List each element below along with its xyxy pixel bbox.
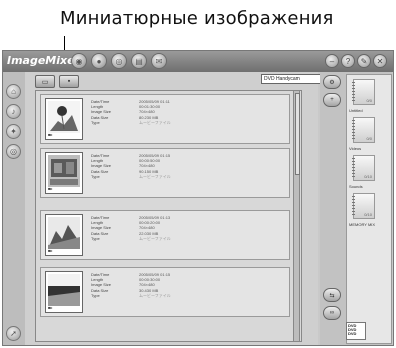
sidebar-item-music[interactable]: ♪ xyxy=(6,104,21,119)
home-icon: ⌂ xyxy=(11,87,16,96)
album-add-button[interactable]: + xyxy=(323,93,341,107)
album-label: Untitled xyxy=(349,108,363,113)
thumbnail-image[interactable]: ■▸ xyxy=(45,98,83,140)
thumbnail-image[interactable]: ■▸ xyxy=(45,152,83,194)
album-link-button[interactable]: ∞ xyxy=(323,306,341,320)
sidebar-item-tools[interactable]: ✦ xyxy=(6,124,21,139)
view-icon: ▭ xyxy=(41,78,49,86)
meta-type: ムービーファイル xyxy=(139,235,171,241)
album-panel: ⚙ + ⇆ ∞ 0/0 Untitled 0/0 Videos 0/10 Sou… xyxy=(320,72,392,345)
item-meta: Date/Time 2005/05/09 01:11 Length 00:01:30… xyxy=(91,99,171,125)
album-settings-button[interactable]: ⚙ xyxy=(323,75,341,89)
close-button[interactable]: ✕ xyxy=(373,54,387,68)
movie-tag-icon: ■▸ xyxy=(48,248,53,253)
main-area: ▭ ▪ DVD Handycam ▼ ■▸ Date/Time2005/05/0… xyxy=(25,72,337,345)
meta-label: Type xyxy=(91,292,100,298)
mail-icon: ✉ xyxy=(155,56,163,66)
person-icon: ● xyxy=(96,56,102,66)
album-move-button[interactable]: ⇆ xyxy=(323,288,341,302)
printer-icon: ▤ xyxy=(135,56,143,66)
link-icon: ∞ xyxy=(329,310,335,316)
disc-icon: ◎ xyxy=(115,56,123,66)
grid-icon: ▪ xyxy=(67,78,71,85)
album-count: 0/10 xyxy=(364,212,372,217)
album-list: 0/0 Untitled 0/0 Videos 0/10 Sounds 0/10… xyxy=(346,74,392,344)
list-item[interactable]: ■▸ Date/Time 2005/05/09 01:11 Length 00:01… xyxy=(40,94,290,144)
album-binding-icon xyxy=(352,158,355,178)
app-logo: ImageMixer xyxy=(7,54,81,67)
movie-tag-icon: ■▸ xyxy=(48,132,53,137)
thumbnail-picture xyxy=(48,155,80,187)
wrench-icon: ✦ xyxy=(10,127,17,136)
thumbnail-picture xyxy=(48,217,80,249)
album-item[interactable]: 0/0 xyxy=(352,79,375,105)
meta-type: ムービーファイル xyxy=(139,119,171,125)
gear-icon: ✎ xyxy=(360,56,368,66)
top-toolbar: ImageMixer ◉ ● ◎ ▤ ✉ – ? ✎ ✕ xyxy=(3,51,393,72)
thumbnail-picture xyxy=(48,274,80,306)
album-binding-icon xyxy=(352,196,355,216)
meta-label: Type xyxy=(91,235,100,241)
minimize-button[interactable]: – xyxy=(325,54,339,68)
plus-icon: + xyxy=(330,97,334,103)
album-label: Videos xyxy=(349,146,362,151)
launcher-icon: ➚ xyxy=(10,329,17,338)
thumbnail-image[interactable]: ■▸ xyxy=(45,271,83,313)
list-scrollbar[interactable] xyxy=(293,90,300,342)
album-count: 0/0 xyxy=(366,98,372,103)
album-item[interactable]: 0/10 xyxy=(352,155,375,181)
album-binding-icon xyxy=(352,120,355,140)
dvd-icon: ◎ xyxy=(10,147,17,156)
album-item[interactable]: 0/10 xyxy=(352,193,375,219)
sidebar-item-home[interactable]: ⌂ xyxy=(6,84,21,99)
capture-button[interactable]: ◉ xyxy=(71,53,87,69)
album-count: 0/10 xyxy=(364,174,372,179)
album-count: 0/0 xyxy=(366,136,372,141)
camera-icon: ◉ xyxy=(75,56,83,66)
dvd-label-icon[interactable]: DVD DVD DVD xyxy=(346,322,366,340)
list-item[interactable]: ■▸ Date/Time 2005/05/09 01:13 Length 00:00… xyxy=(40,210,290,260)
meta-type: ムービーファイル xyxy=(139,292,171,298)
settings-icon: ⚙ xyxy=(329,79,335,86)
meta-label: Type xyxy=(91,119,100,125)
meta-label: Type xyxy=(91,173,100,179)
item-meta: Date/Time 2005/05/09 01:15 Length 00:00:30… xyxy=(91,272,171,298)
list-item[interactable]: ■▸ Date/Time 2005/05/09 01:15 Length 00:00… xyxy=(40,267,290,317)
minimize-icon: – xyxy=(329,56,335,66)
movie-tag-icon: ■▸ xyxy=(48,186,53,191)
sidebar-item-dvd[interactable]: ◎ xyxy=(6,144,21,159)
sidebar-item-launcher[interactable]: ➚ xyxy=(6,326,21,341)
help-button[interactable]: ? xyxy=(341,54,355,68)
left-sidebar: ⌂ ♪ ✦ ◎ ➚ xyxy=(3,72,25,345)
close-icon: ✕ xyxy=(376,56,384,66)
status-bar xyxy=(3,345,393,346)
movie-tag-icon: ■▸ xyxy=(48,305,53,310)
mail-button[interactable]: ✉ xyxy=(151,53,167,69)
view-toggle-button[interactable]: ▭ xyxy=(35,75,55,88)
print-button[interactable]: ▤ xyxy=(131,53,147,69)
callout-label: Миниатюрные изображения xyxy=(60,8,334,29)
list-item[interactable]: ■▸ Date/Time 2005/05/09 01:15 Length 00:00… xyxy=(40,148,290,198)
item-meta: Date/Time 2005/05/09 01:13 Length 00:00:20… xyxy=(91,215,171,241)
imagemixer-window: ImageMixer ◉ ● ◎ ▤ ✉ – ? ✎ ✕ ⌂ ♪ ✦ ◎ ➚ ▭… xyxy=(2,50,394,346)
source-dropdown-value: DVD Handycam xyxy=(264,76,300,82)
arrows-icon: ⇆ xyxy=(329,292,335,299)
thumbnail-image[interactable]: ■▸ xyxy=(45,214,83,256)
album-item[interactable]: 0/0 xyxy=(352,117,375,143)
thumbnail-picture xyxy=(48,101,80,133)
settings-button[interactable]: ✎ xyxy=(357,54,371,68)
thumbnail-list: ■▸ Date/Time 2005/05/09 01:11 Length 00:01… xyxy=(35,90,302,342)
album-label: Sounds xyxy=(349,184,363,189)
help-icon: ? xyxy=(345,56,351,66)
edit-button[interactable]: ● xyxy=(91,53,107,69)
item-meta: Date/Time 2005/05/09 01:15 Length 00:00:50… xyxy=(91,153,171,179)
view-mode-button[interactable]: ▪ xyxy=(59,75,79,88)
album-label: MEMORY MIX xyxy=(349,222,376,227)
music-icon: ♪ xyxy=(11,107,16,116)
meta-type: ムービーファイル xyxy=(139,173,171,179)
callout: Миниатюрные изображения xyxy=(0,0,396,62)
scrollbar-thumb[interactable] xyxy=(295,93,300,175)
write-button[interactable]: ◎ xyxy=(111,53,127,69)
album-binding-icon xyxy=(352,82,355,102)
